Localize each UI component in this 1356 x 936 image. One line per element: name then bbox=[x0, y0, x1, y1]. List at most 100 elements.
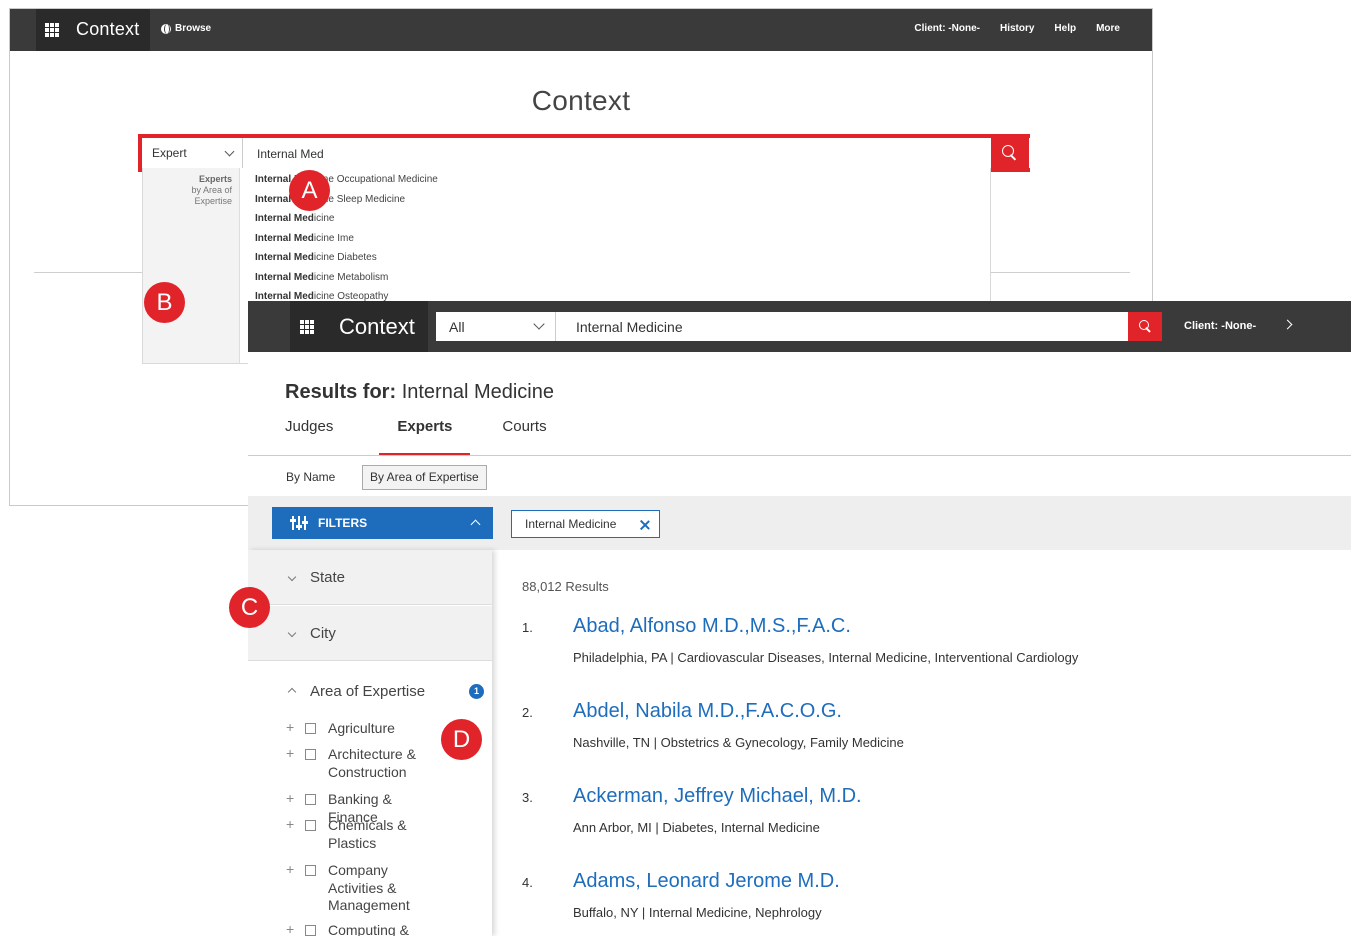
search-scope-value: All bbox=[449, 319, 465, 335]
tab-courts[interactable]: Courts bbox=[502, 418, 546, 456]
suggestion-item[interactable]: Internal Medicine Sleep Medicine bbox=[255, 190, 438, 210]
dropdown-group-label: Experts by Area of Expertise bbox=[143, 168, 240, 363]
result-number: 1. bbox=[522, 620, 533, 635]
checkbox[interactable] bbox=[305, 723, 316, 734]
result-meta: Nashville, TN | Obstetrics & Gynecology,… bbox=[573, 735, 904, 750]
chevron-right-icon[interactable] bbox=[1282, 319, 1293, 330]
apps-grid-icon[interactable] bbox=[36, 9, 68, 51]
tab-judges[interactable]: Judges bbox=[285, 418, 333, 456]
suggestion-list: Internal Medicine Occupational Medicine … bbox=[255, 170, 438, 307]
search-input[interactable] bbox=[243, 138, 995, 170]
result-meta: Buffalo, NY | Internal Medicine, Nephrol… bbox=[573, 905, 822, 920]
filter-section-label: State bbox=[310, 569, 346, 586]
tabs-divider bbox=[248, 455, 1351, 456]
client-link[interactable]: Client: -None- bbox=[914, 23, 980, 34]
suggestion-item[interactable]: Internal Medicine Occupational Medicine bbox=[255, 170, 438, 190]
subtab-by-name[interactable]: By Name bbox=[286, 470, 335, 484]
checkbox[interactable] bbox=[305, 865, 316, 876]
suggestion-item[interactable]: Internal Medicine Diabetes bbox=[255, 248, 438, 268]
plus-icon[interactable]: + bbox=[286, 745, 294, 763]
active-filter-chip: Internal Medicine bbox=[511, 510, 660, 538]
expertise-option-label: Company Activities & Management bbox=[328, 862, 410, 913]
results-label: Results for: bbox=[285, 381, 397, 403]
top-nav: Client: -None- History Help More bbox=[914, 23, 1120, 34]
filter-section-label[interactable]: Area of Expertise bbox=[310, 683, 425, 700]
plus-icon[interactable]: + bbox=[286, 921, 294, 936]
search-icon bbox=[1138, 320, 1152, 333]
history-link[interactable]: History bbox=[1000, 23, 1034, 34]
suggestion-item[interactable]: Internal Medicine Metabolism bbox=[255, 268, 438, 288]
search-button[interactable] bbox=[991, 134, 1029, 172]
checkbox[interactable] bbox=[305, 820, 316, 831]
plus-icon[interactable]: + bbox=[286, 790, 294, 808]
expertise-option-label: Agriculture bbox=[328, 720, 395, 736]
search-button[interactable] bbox=[1128, 312, 1162, 341]
search-bar: Expert bbox=[138, 134, 1030, 172]
result-number: 2. bbox=[522, 705, 533, 720]
plus-icon[interactable]: + bbox=[286, 861, 294, 879]
result-name-link[interactable]: Ackerman, Jeffrey Michael, M.D. bbox=[573, 785, 862, 808]
callout-c: C bbox=[229, 587, 270, 628]
page-title: Context bbox=[531, 85, 631, 116]
front-window: Context All Client: -None- Results for: … bbox=[248, 301, 1356, 936]
client-link[interactable]: Client: -None- bbox=[1184, 320, 1256, 332]
filters-label: FILTERS bbox=[318, 516, 368, 530]
checkbox[interactable] bbox=[305, 794, 316, 805]
suggestion-item[interactable]: Internal Medicine bbox=[255, 209, 438, 229]
chevron-down-icon bbox=[533, 318, 545, 330]
expertise-option-label: Architecture & Construction bbox=[328, 746, 416, 780]
filter-section-label: City bbox=[310, 625, 336, 642]
expertise-option-label: Chemicals & Plastics bbox=[328, 817, 407, 851]
callout-d: D bbox=[441, 719, 482, 760]
result-number: 4. bbox=[522, 875, 533, 890]
group-subtitle-1: by Area of bbox=[191, 185, 232, 195]
checkbox[interactable] bbox=[305, 925, 316, 936]
result-name-link[interactable]: Adams, Leonard Jerome M.D. bbox=[573, 870, 840, 893]
result-number: 3. bbox=[522, 790, 533, 805]
sliders-icon bbox=[290, 516, 308, 530]
chevron-up-icon[interactable] bbox=[287, 687, 297, 697]
plus-icon[interactable]: + bbox=[286, 719, 294, 737]
filter-section-state[interactable]: State bbox=[248, 550, 492, 605]
search-type-value: Expert bbox=[152, 146, 187, 160]
results-count: 88,012 Results bbox=[522, 579, 609, 594]
chevron-down-icon bbox=[287, 572, 297, 582]
group-subtitle-2: Expertise bbox=[194, 196, 232, 206]
app-name[interactable]: Context bbox=[76, 19, 139, 40]
filters-button[interactable]: FILTERS bbox=[272, 507, 493, 539]
apps-grid-icon[interactable] bbox=[290, 301, 324, 352]
close-icon[interactable] bbox=[639, 519, 650, 530]
search-input[interactable] bbox=[556, 312, 1128, 341]
callout-a: A bbox=[289, 170, 330, 211]
more-link[interactable]: More bbox=[1096, 23, 1120, 34]
help-link[interactable]: Help bbox=[1054, 23, 1076, 34]
chevron-down-icon bbox=[224, 146, 235, 157]
suggestion-item[interactable]: Internal Medicine Ime bbox=[255, 229, 438, 249]
browse-link[interactable]: Browse bbox=[161, 23, 211, 34]
search-icon bbox=[1002, 145, 1018, 161]
tab-bar: Judges Experts Courts bbox=[285, 418, 547, 456]
result-name-link[interactable]: Abdel, Nabila M.D.,F.A.C.O.G. bbox=[573, 700, 842, 723]
filter-chip-label: Internal Medicine bbox=[525, 517, 617, 531]
plus-icon[interactable]: + bbox=[286, 816, 294, 834]
search-scope-select[interactable]: All bbox=[436, 312, 556, 341]
subtab-by-area[interactable]: By Area of Expertise bbox=[362, 465, 487, 490]
filter-section-city[interactable]: City bbox=[248, 606, 492, 661]
back-top-bar: Context Browse Client: -None- History He… bbox=[10, 9, 1152, 51]
group-title: Experts bbox=[198, 174, 232, 184]
chevron-down-icon bbox=[287, 628, 297, 638]
results-heading: Results for: Internal Medicine bbox=[285, 381, 554, 404]
tab-experts[interactable]: Experts bbox=[379, 418, 471, 456]
result-name-link[interactable]: Abad, Alfonso M.D.,M.S.,F.A.C. bbox=[573, 615, 851, 638]
result-meta: Ann Arbor, MI | Diabetes, Internal Medic… bbox=[573, 820, 820, 835]
callout-b: B bbox=[144, 282, 185, 323]
expertise-option-label: Computing & bbox=[328, 922, 409, 936]
browse-label: Browse bbox=[175, 23, 212, 34]
search-type-select[interactable]: Expert bbox=[142, 138, 243, 170]
globe-icon bbox=[161, 23, 171, 34]
front-top-bar: Context All Client: -None- bbox=[248, 301, 1351, 352]
app-name[interactable]: Context bbox=[339, 314, 415, 340]
checkbox[interactable] bbox=[305, 749, 316, 760]
count-badge: 1 bbox=[469, 684, 484, 699]
result-meta: Philadelphia, PA | Cardiovascular Diseas… bbox=[573, 650, 1079, 665]
